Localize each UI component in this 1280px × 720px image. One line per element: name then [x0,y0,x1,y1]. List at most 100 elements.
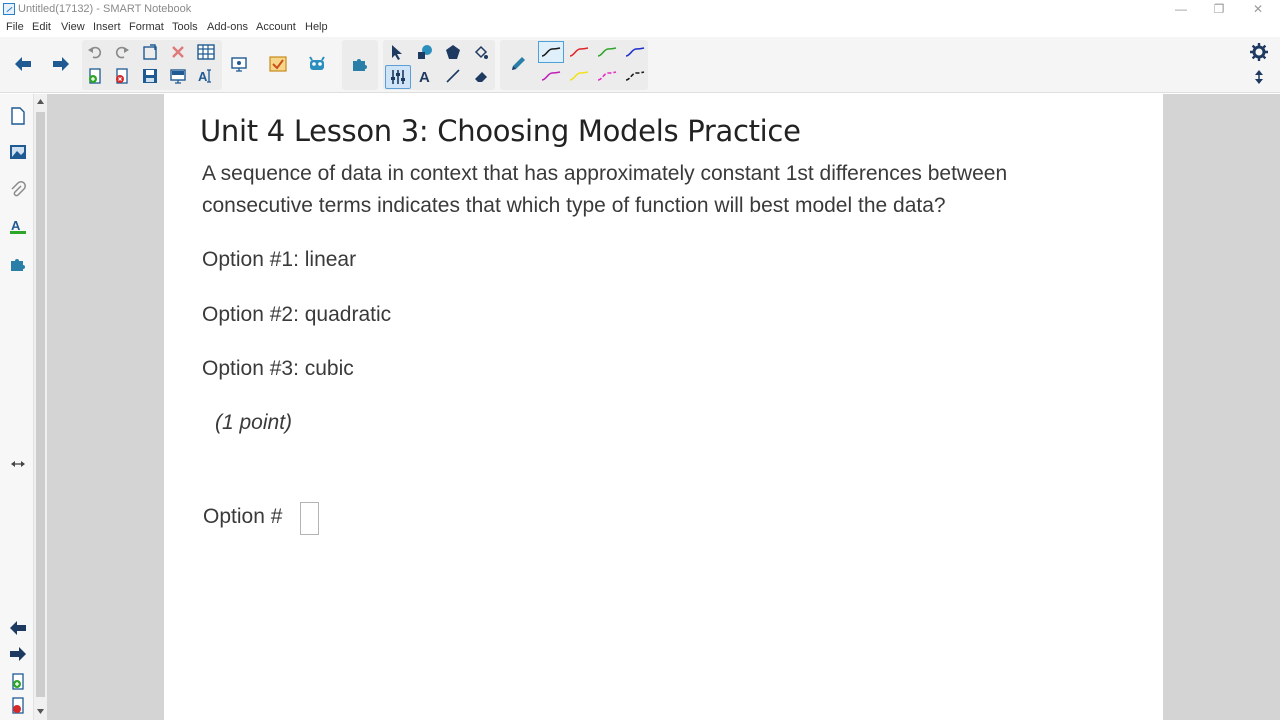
undo-button[interactable] [84,41,106,63]
save-button[interactable] [139,65,161,87]
sidebar-next-page-button[interactable] [8,644,28,664]
line-tool-button[interactable] [442,65,464,87]
points-text[interactable]: (1 point) [215,411,292,435]
sidebar-resize-handle[interactable] [8,454,28,474]
gallery-tab[interactable] [8,142,28,162]
pen-black-swatch[interactable] [538,41,564,63]
sliders-icon [391,70,405,84]
pen-stroke-pink-icon [597,71,617,81]
polygon-icon [446,45,460,59]
menu-help[interactable]: Help [305,21,328,33]
pen-stroke-red-icon [569,47,589,57]
response-button[interactable] [306,53,328,75]
screen-shade-button[interactable] [167,65,189,87]
option-1-text[interactable]: Option #1: linear [202,248,356,272]
pen-green-swatch[interactable] [594,41,620,63]
attachments-tab[interactable] [8,180,28,200]
pen-magenta-swatch[interactable] [538,65,564,87]
svg-text:A: A [11,218,21,233]
delete-x-icon [172,46,184,58]
title-bar: Untitled(17132) - SMART Notebook — ❐ ✕ [0,0,1280,19]
pen-stroke-dashed-icon [625,71,645,81]
properties-tab[interactable]: A [8,216,28,236]
add-ons-tab[interactable] [8,254,28,274]
puzzle-piece-icon [11,259,25,271]
up-down-arrow-icon [1255,70,1263,84]
minimize-button[interactable]: — [1173,2,1189,16]
add-ons-button[interactable] [349,53,371,75]
text-format-icon: A [198,69,211,84]
menu-account[interactable]: Account [256,21,296,33]
paste-button[interactable] [139,41,161,63]
properties-tool-button[interactable] [385,65,411,89]
text-tool-button[interactable]: A [414,65,436,87]
option-3-text[interactable]: Option #3: cubic [202,357,354,381]
arrow-left-icon [10,621,26,635]
menu-edit[interactable]: Edit [32,21,51,33]
toolbar: A A [0,37,1280,93]
page-icon [11,107,25,125]
sidebar-add-page-button[interactable] [8,672,28,692]
svg-text:A: A [198,69,208,84]
sidebar-scrollbar[interactable] [34,94,47,720]
sidebar: A [0,94,34,720]
menu-file[interactable]: File [6,21,24,33]
question-text-line-2[interactable]: consecutive terms indicates that which t… [202,194,946,218]
shapes-tool-button[interactable] [414,41,436,63]
arrow-left-icon [15,57,31,71]
insert-table-button[interactable] [195,41,217,63]
pen-stroke-black-icon [541,47,561,57]
select-tool-button[interactable] [386,41,408,63]
question-text-line-1[interactable]: A sequence of data in context that has a… [202,162,1007,186]
restore-button[interactable]: ❐ [1211,2,1227,16]
toolbar-position-button[interactable] [1249,67,1269,87]
activity-button[interactable] [267,53,289,75]
add-page-icon [89,68,101,84]
menu-tools[interactable]: Tools [172,21,198,33]
fill-tool-button[interactable] [470,41,492,63]
page-sorter-tab[interactable] [8,106,28,126]
text-a-icon: A [419,69,430,84]
menu-format[interactable]: Format [129,21,164,33]
pen-dashed-black-swatch[interactable] [622,65,648,87]
pen-stroke-green-icon [597,47,617,57]
sidebar-delete-page-button[interactable] [8,696,28,716]
text-format-button[interactable]: A [195,65,217,87]
polygon-tool-button[interactable] [442,41,464,63]
pen-blue-swatch[interactable] [622,41,648,63]
pen-red-swatch[interactable] [566,41,592,63]
image-gallery-icon [10,145,26,159]
delete-page-icon [116,68,128,84]
menu-insert[interactable]: Insert [93,21,121,33]
next-page-button[interactable] [50,53,72,75]
answer-label[interactable]: Option # [203,505,282,529]
answer-input-box[interactable] [300,502,319,535]
close-button[interactable]: ✕ [1250,2,1266,16]
pen-pink-swatch[interactable] [594,65,620,87]
arrow-right-icon [10,647,26,661]
menu-bar: File Edit View Insert Format Tools Add-o… [0,19,1280,37]
pen-tool-button[interactable] [507,53,529,75]
add-page-icon [12,673,24,690]
redo-button[interactable] [111,41,133,63]
pen-yellow-swatch[interactable] [566,65,592,87]
settings-button[interactable] [1249,42,1269,62]
display-button[interactable] [228,53,250,75]
delete-button[interactable] [167,41,189,63]
scroll-up-icon [37,99,44,104]
screen-shade-icon [170,69,186,84]
sidebar-scroll-thumb[interactable] [36,112,45,697]
notebook-page[interactable]: Unit 4 Lesson 3: Choosing Models Practic… [164,94,1163,720]
eraser-tool-button[interactable] [470,65,492,87]
option-2-text[interactable]: Option #2: quadratic [202,303,391,327]
sidebar-previous-page-button[interactable] [8,618,28,638]
menu-view[interactable]: View [61,21,85,33]
smart-notebook-app-icon [3,3,15,15]
menu-add-ons[interactable]: Add-ons [207,21,248,33]
page-title[interactable]: Unit 4 Lesson 3: Choosing Models Practic… [200,114,801,148]
delete-page-button[interactable] [111,65,133,87]
monster-icon [309,56,325,70]
clipboard-icon [143,44,157,60]
add-page-button[interactable] [84,65,106,87]
previous-page-button[interactable] [12,53,34,75]
